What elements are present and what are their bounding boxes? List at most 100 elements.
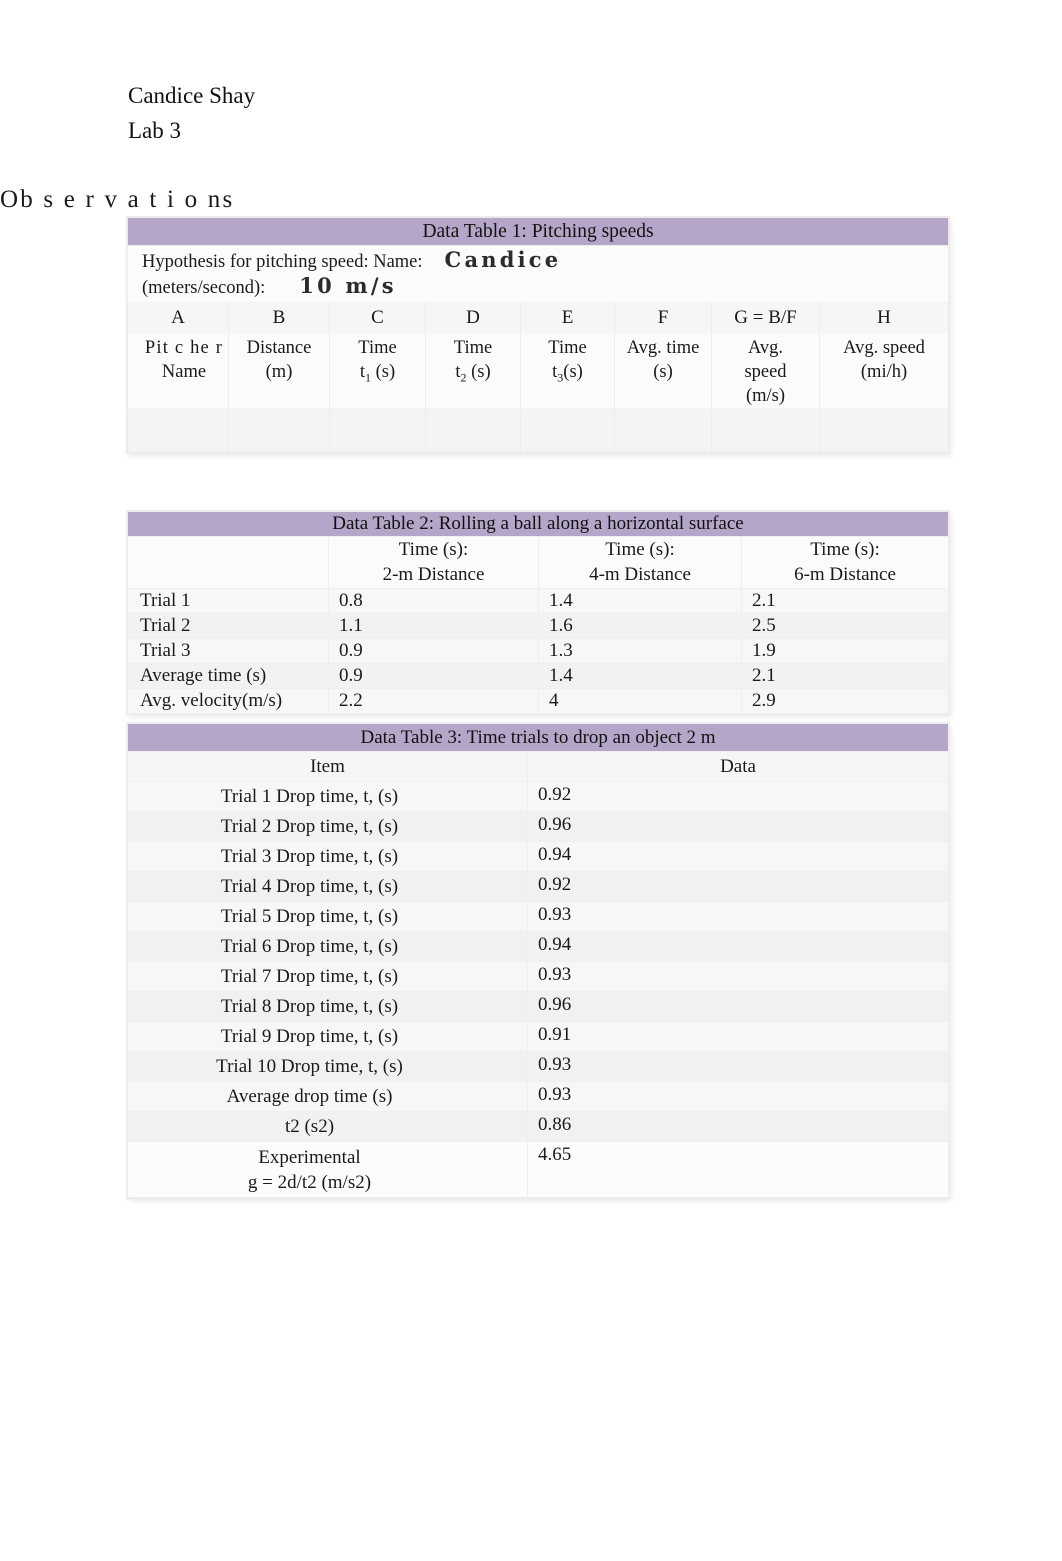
row-label-trial-5-drop: Trial 5 Drop time, t, (s) bbox=[127, 901, 528, 932]
table-2-header-2m: Time (s): 2-m Distance bbox=[328, 536, 539, 589]
hypothesis-speed-value: 10 m/s bbox=[299, 273, 397, 298]
cell-avg-velocity-4m[interactable]: 4 bbox=[538, 688, 742, 714]
hypothesis-line-2: (meters/second): 10 m/s bbox=[142, 274, 948, 300]
row-label-trial-4-drop: Trial 4 Drop time, t, (s) bbox=[127, 871, 528, 902]
row-label-trial-7-drop: Trial 7 Drop time, t, (s) bbox=[127, 961, 528, 992]
cell-trial-1-drop[interactable]: 0.92 bbox=[526, 781, 950, 812]
cell-trial-10-drop[interactable]: 0.93 bbox=[526, 1051, 950, 1082]
cell-average-time-6m[interactable]: 2.1 bbox=[741, 663, 949, 689]
table-1-caption-row: Data Table 1: Pitching speeds bbox=[126, 217, 950, 246]
cell-avg-velocity-2m[interactable]: 2.2 bbox=[328, 688, 539, 714]
cell-trial-1-2m[interactable]: 0.8 bbox=[328, 588, 539, 614]
row-label-trial-1: Trial 1 bbox=[127, 588, 329, 614]
row-label-trial-2-drop: Trial 2 Drop time, t, (s) bbox=[127, 811, 528, 842]
row-label-trial-6-drop: Trial 6 Drop time, t, (s) bbox=[127, 931, 528, 962]
data-table-1: Data Table 1: Pitching speeds Hypothesis… bbox=[126, 217, 950, 453]
cell-trial-9-drop[interactable]: 0.91 bbox=[526, 1021, 950, 1052]
table-row: Trial 9 Drop time, t, (s) 0.91 bbox=[127, 1021, 950, 1052]
column-letter-d: D bbox=[425, 302, 521, 333]
table-row: Experimental g = 2d/t2 (m/s2) 4.65 bbox=[127, 1141, 950, 1198]
hypothesis-name-value: Candice bbox=[444, 247, 562, 272]
hypothesis-cell: Hypothesis for pitching speed: Name: Cand… bbox=[126, 245, 950, 303]
hypothesis-line-1: Hypothesis for pitching speed: Name: Cand… bbox=[142, 248, 948, 274]
row-label-trial-3: Trial 3 bbox=[127, 638, 329, 664]
cell-time-t2[interactable] bbox=[425, 407, 521, 453]
cell-pitcher-name[interactable] bbox=[127, 407, 229, 453]
table-2-caption-row: Data Table 2: Rolling a ball along a hor… bbox=[127, 511, 949, 537]
row-label-trial-3-drop: Trial 3 Drop time, t, (s) bbox=[127, 841, 528, 872]
cell-distance[interactable] bbox=[228, 407, 330, 453]
row-label-trial-2: Trial 2 bbox=[127, 613, 329, 639]
cell-t2[interactable]: 0.86 bbox=[526, 1111, 950, 1142]
table-1-caption: Data Table 1: Pitching speeds bbox=[126, 217, 950, 246]
cell-avg-time[interactable] bbox=[614, 407, 712, 453]
cell-trial-7-drop[interactable]: 0.93 bbox=[526, 961, 950, 992]
table-row: Avg. velocity(m/s) 2.2 4 2.9 bbox=[127, 688, 949, 714]
cell-trial-3-6m[interactable]: 1.9 bbox=[741, 638, 949, 664]
cell-trial-5-drop[interactable]: 0.93 bbox=[526, 901, 950, 932]
table-row: Average time (s) 0.9 1.4 2.1 bbox=[127, 663, 949, 689]
column-letter-f: F bbox=[614, 302, 712, 333]
header-time-t1: Time t1 (s) bbox=[329, 332, 426, 409]
row-label-t2: t2 (s2) bbox=[127, 1111, 528, 1142]
column-letter-a: A bbox=[127, 302, 229, 333]
table-row: Trial 10 Drop time, t, (s) 0.93 bbox=[127, 1051, 950, 1082]
table-3-header-row: Item Data bbox=[127, 751, 950, 782]
cell-trial-2-2m[interactable]: 1.1 bbox=[328, 613, 539, 639]
table-3-caption-row: Data Table 3: Time trials to drop an obj… bbox=[126, 723, 950, 752]
cell-trial-4-drop[interactable]: 0.92 bbox=[526, 871, 950, 902]
cell-trial-2-4m[interactable]: 1.6 bbox=[538, 613, 742, 639]
column-letter-e: E bbox=[520, 302, 615, 333]
table-1-hypothesis-row: Hypothesis for pitching speed: Name: Cand… bbox=[126, 245, 950, 303]
table-row: Trial 1 0.8 1.4 2.1 bbox=[127, 588, 949, 614]
row-label-experimental-g: Experimental g = 2d/t2 (m/s2) bbox=[127, 1141, 528, 1198]
table-row: Trial 2 1.1 1.6 2.5 bbox=[127, 613, 949, 639]
table-row: Average drop time (s) 0.93 bbox=[127, 1081, 950, 1112]
table-row: Trial 3 0.9 1.3 1.9 bbox=[127, 638, 949, 664]
row-label-trial-8-drop: Trial 8 Drop time, t, (s) bbox=[127, 991, 528, 1022]
cell-trial-1-4m[interactable]: 1.4 bbox=[538, 588, 742, 614]
lab-number: Lab 3 bbox=[128, 118, 182, 143]
table-row: Trial 5 Drop time, t, (s) 0.93 bbox=[127, 901, 950, 932]
cell-avg-speed-mih[interactable] bbox=[818, 407, 950, 453]
cell-average-drop-time[interactable]: 0.93 bbox=[526, 1081, 950, 1112]
table-2-header-6m: Time (s): 6-m Distance bbox=[741, 536, 949, 589]
header-pitcher-name: Pit c he r Name bbox=[127, 332, 229, 409]
table-1-empty-data-row bbox=[127, 407, 950, 453]
table-row: Trial 8 Drop time, t, (s) 0.96 bbox=[127, 991, 950, 1022]
cell-time-t3[interactable] bbox=[520, 407, 615, 453]
column-letter-h: H bbox=[818, 302, 950, 333]
cell-trial-2-6m[interactable]: 2.5 bbox=[741, 613, 949, 639]
hypothesis-label-units: (meters/second): bbox=[142, 278, 266, 298]
table-2-header-4m: Time (s): 4-m Distance bbox=[538, 536, 742, 589]
cell-experimental-g[interactable]: 4.65 bbox=[526, 1141, 950, 1198]
cell-average-time-2m[interactable]: 0.9 bbox=[328, 663, 539, 689]
cell-trial-8-drop[interactable]: 0.96 bbox=[526, 991, 950, 1022]
table-row: Trial 1 Drop time, t, (s) 0.92 bbox=[127, 781, 950, 812]
cell-time-t1[interactable] bbox=[329, 407, 426, 453]
cell-trial-1-6m[interactable]: 2.1 bbox=[741, 588, 949, 614]
document-header: Candice Shay Lab 3 bbox=[128, 78, 255, 148]
table-row: Trial 7 Drop time, t, (s) 0.93 bbox=[127, 961, 950, 992]
header-distance: Distance (m) bbox=[228, 332, 330, 409]
table-1-letter-row: A B C D E F G = B/F H bbox=[127, 302, 950, 333]
column-letter-b: B bbox=[228, 302, 330, 333]
row-label-avg-velocity: Avg. velocity(m/s) bbox=[127, 688, 329, 714]
cell-average-time-4m[interactable]: 1.4 bbox=[538, 663, 742, 689]
cell-trial-2-drop[interactable]: 0.96 bbox=[526, 811, 950, 842]
table-3-header-item: Item bbox=[127, 751, 528, 782]
cell-trial-6-drop[interactable]: 0.94 bbox=[526, 931, 950, 962]
cell-trial-3-2m[interactable]: 0.9 bbox=[328, 638, 539, 664]
header-avg-speed-mih: Avg. speed (mi/h) bbox=[818, 332, 950, 409]
cell-avg-speed-ms[interactable] bbox=[711, 407, 820, 453]
column-letter-c: C bbox=[329, 302, 426, 333]
header-time-t3: Time t3(s) bbox=[520, 332, 615, 409]
row-label-trial-9-drop: Trial 9 Drop time, t, (s) bbox=[127, 1021, 528, 1052]
table-2-caption: Data Table 2: Rolling a ball along a hor… bbox=[127, 511, 949, 537]
cell-trial-3-4m[interactable]: 1.3 bbox=[538, 638, 742, 664]
cell-avg-velocity-6m[interactable]: 2.9 bbox=[741, 688, 949, 714]
row-label-average-drop-time: Average drop time (s) bbox=[127, 1081, 528, 1112]
table-3-caption: Data Table 3: Time trials to drop an obj… bbox=[126, 723, 950, 752]
cell-trial-3-drop[interactable]: 0.94 bbox=[526, 841, 950, 872]
row-label-average-time: Average time (s) bbox=[127, 663, 329, 689]
